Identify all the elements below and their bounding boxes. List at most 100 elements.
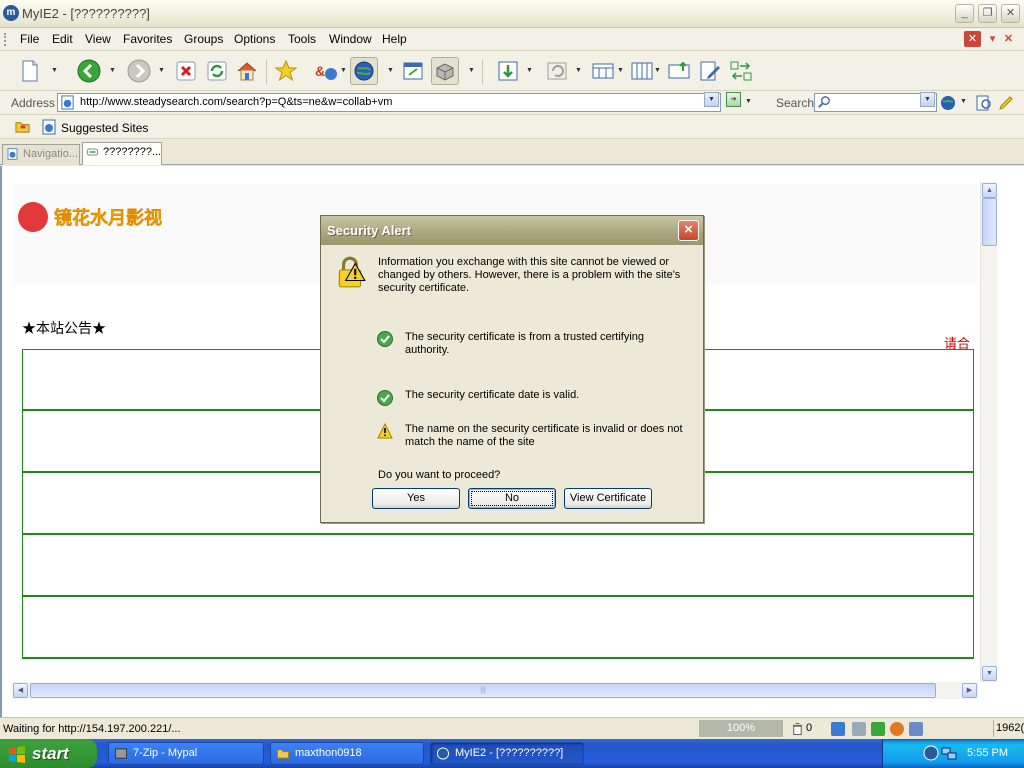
close-tab-icon[interactable]: ✕ — [964, 31, 981, 47]
myie2-tray-icon[interactable] — [923, 745, 939, 761]
search-input[interactable] — [814, 93, 937, 112]
site-logo-mark — [18, 202, 48, 232]
chevron-down-icon[interactable]: ▾ — [984, 31, 1001, 47]
main-toolbar: ▼ ▼ ▼ & ▼ ▼ ▼ ▼ ▼ ▼ ▼ — [0, 51, 1024, 91]
close-window-button[interactable]: ✕ — [1001, 4, 1020, 23]
search-dropdown-icon[interactable]: ▼ — [920, 92, 935, 107]
tab-current-page[interactable]: ????????... — [82, 142, 162, 165]
encoding-icon[interactable]: & — [312, 57, 340, 85]
menu-grip[interactable] — [4, 33, 7, 46]
tab-navigation[interactable]: Navigatio... — [2, 144, 80, 165]
menu-window[interactable]: Window — [329, 32, 372, 46]
edit-icon[interactable] — [909, 722, 923, 736]
folder-icon — [276, 749, 290, 759]
horizontal-scroll-thumb[interactable]: ||| — [30, 683, 936, 698]
popup-blocker-icon[interactable] — [831, 722, 845, 736]
tile-dropdown-icon[interactable]: ▼ — [617, 67, 625, 75]
switch-windows-icon[interactable] — [727, 57, 755, 85]
window-open-icon[interactable] — [399, 57, 427, 85]
view-certificate-button[interactable]: View Certificate — [564, 488, 652, 509]
edit-page-icon[interactable] — [696, 57, 724, 85]
address-dropdown-icon[interactable]: ▼ — [704, 92, 719, 107]
new-page-icon[interactable] — [16, 57, 44, 85]
close-all-icon[interactable]: ✕ — [1000, 31, 1017, 47]
collect-icon[interactable] — [665, 57, 693, 85]
suggested-sites-icon[interactable] — [41, 119, 57, 135]
scroll-down-icon[interactable]: ▼ — [982, 666, 997, 681]
cascade-dropdown-icon[interactable]: ▼ — [654, 67, 662, 75]
proxy-icon[interactable] — [431, 57, 459, 85]
zoom-level[interactable]: 100% — [699, 720, 783, 737]
go-arrow-icon[interactable]: ➔ — [726, 92, 741, 107]
favorites-star-icon[interactable] — [272, 57, 300, 85]
trash-icon[interactable] — [791, 722, 804, 736]
scroll-left-icon[interactable]: ◀ — [13, 683, 28, 698]
undo-dropdown-icon[interactable]: ▼ — [575, 67, 583, 75]
dialog-title-bar[interactable]: Security Alert × — [321, 216, 703, 245]
menu-help[interactable]: Help — [382, 32, 407, 46]
suggested-sites-link[interactable]: Suggested Sites — [61, 121, 148, 135]
highlight-icon[interactable] — [998, 95, 1014, 111]
vertical-scrollbar[interactable]: ▲ ▼ — [980, 182, 997, 682]
yes-button[interactable]: Yes — [372, 488, 460, 509]
check-ok-icon — [377, 390, 393, 406]
clock[interactable]: 5:55 PM — [967, 747, 1008, 759]
search-engine-globe-icon[interactable] — [940, 95, 956, 111]
settings-gear-icon[interactable] — [890, 722, 904, 736]
menu-file[interactable]: File — [20, 32, 39, 46]
download-icon[interactable] — [494, 57, 522, 85]
horizontal-scrollbar[interactable]: ◀ ||| ▶ — [12, 682, 978, 699]
task-folder-maxthon[interactable]: maxthon0918 — [270, 742, 424, 765]
network-icon[interactable] — [941, 745, 957, 761]
restore-button[interactable]: ❐ — [978, 4, 997, 23]
menu-view[interactable]: View — [85, 32, 111, 46]
stop-icon[interactable] — [172, 57, 200, 85]
refresh-icon[interactable] — [203, 57, 231, 85]
links-bar: Suggested Sites — [0, 115, 1024, 139]
address-bar: Address http://www.steadysearch.com/sear… — [0, 91, 1024, 115]
toolbar-separator — [482, 59, 483, 85]
svg-text:&: & — [315, 63, 325, 79]
address-input[interactable]: http://www.steadysearch.com/search?p=Q&t… — [57, 93, 721, 112]
undo-close-icon[interactable] — [543, 57, 571, 85]
go-dropdown-icon[interactable]: ▼ — [745, 98, 753, 106]
download-manager-icon[interactable] — [871, 722, 885, 736]
web-browse-icon[interactable] — [350, 57, 378, 85]
taskbar: start 7-Zip - Mypal maxthon0918 MyIE2 - … — [0, 739, 1024, 768]
task-myie2[interactable]: MyIE2 - [??????????] — [430, 742, 584, 765]
web-dropdown-icon[interactable]: ▼ — [387, 67, 395, 75]
proxy-dropdown-icon[interactable]: ▼ — [468, 67, 476, 75]
app-icon — [114, 748, 128, 759]
forward-icon[interactable] — [125, 57, 153, 85]
back-dropdown-icon[interactable]: ▼ — [109, 67, 117, 75]
scroll-up-icon[interactable]: ▲ — [982, 183, 997, 198]
cascade-windows-icon[interactable] — [628, 57, 656, 85]
clean-icon[interactable] — [852, 722, 866, 736]
site-logo[interactable]: 镜花水月影视 — [18, 202, 162, 232]
encoding-dropdown-icon[interactable]: ▼ — [340, 67, 348, 75]
task-7zip[interactable]: 7-Zip - Mypal — [108, 742, 264, 765]
address-url[interactable]: http://www.steadysearch.com/search?p=Q&t… — [80, 96, 392, 108]
menu-options[interactable]: Options — [234, 32, 275, 46]
forward-dropdown-icon[interactable]: ▼ — [158, 67, 166, 75]
engine-dropdown-icon[interactable]: ▼ — [960, 98, 968, 106]
folder-icon[interactable] — [14, 119, 31, 134]
proceed-question: Do you want to proceed? — [378, 469, 501, 481]
no-button[interactable]: No — [468, 488, 556, 509]
minimize-button[interactable]: _ — [955, 4, 974, 23]
dialog-close-button[interactable]: × — [678, 220, 699, 241]
download-dropdown-icon[interactable]: ▼ — [526, 67, 534, 75]
menu-favorites[interactable]: Favorites — [123, 32, 172, 46]
scroll-right-icon[interactable]: ▶ — [962, 683, 977, 698]
menu-tools[interactable]: Tools — [288, 32, 316, 46]
vertical-scroll-thumb[interactable] — [982, 198, 997, 246]
myie2-app-icon[interactable]: m — [3, 5, 19, 21]
new-dropdown-icon[interactable]: ▼ — [51, 67, 59, 75]
start-button[interactable]: start — [0, 739, 97, 768]
tile-windows-icon[interactable] — [589, 57, 617, 85]
menu-groups[interactable]: Groups — [184, 32, 223, 46]
menu-edit[interactable]: Edit — [52, 32, 73, 46]
back-icon[interactable] — [75, 57, 103, 85]
find-in-page-icon[interactable] — [976, 95, 992, 111]
home-icon[interactable] — [233, 57, 261, 85]
